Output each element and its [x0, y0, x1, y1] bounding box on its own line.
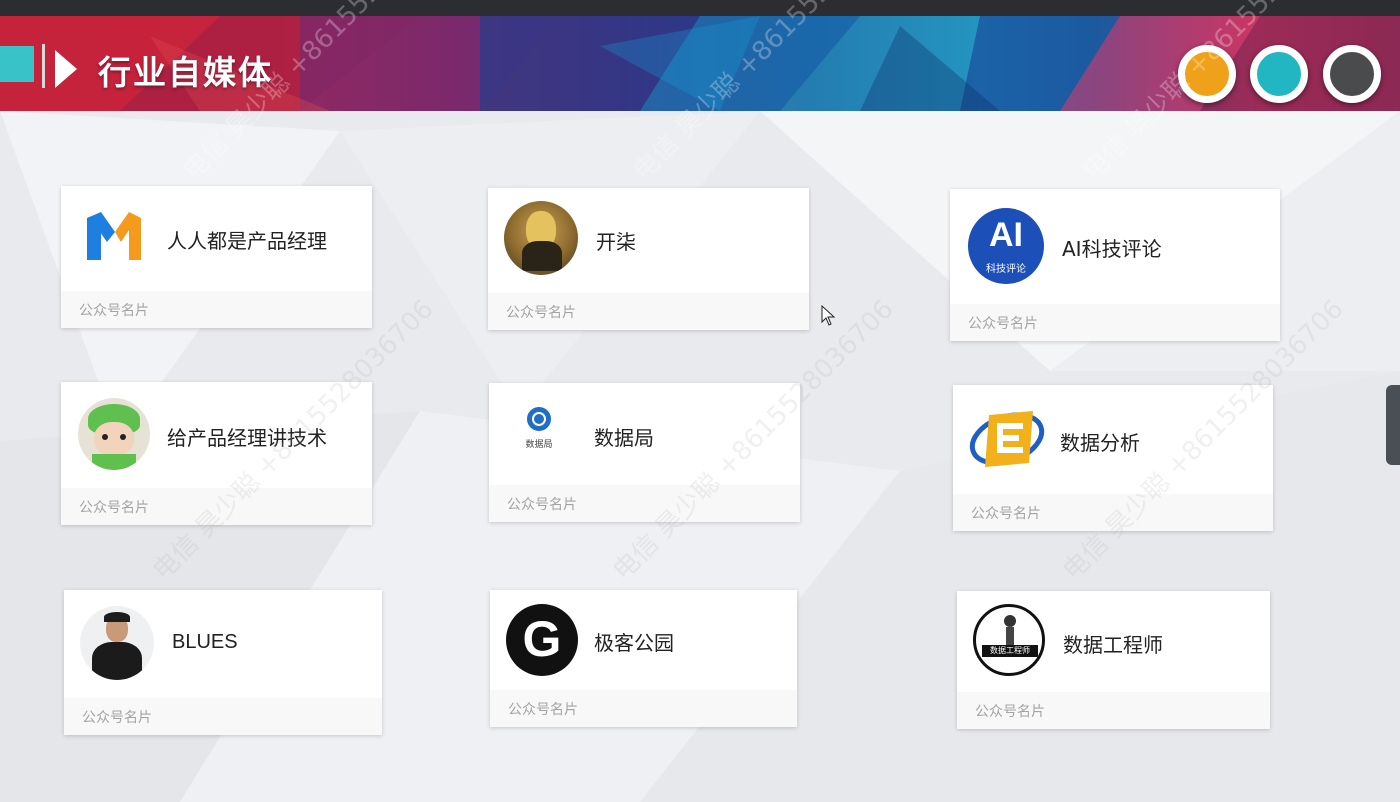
gray-dot-button[interactable] [1323, 45, 1381, 103]
card-caption: 公众号名片 [82, 710, 152, 726]
play-icon [55, 50, 77, 88]
account-card-2[interactable]: 开柒 公众号名片 [488, 188, 809, 330]
mona-lisa-avatar-icon [504, 201, 578, 275]
card-caption: 公众号名片 [968, 316, 1038, 332]
divider-bar [42, 44, 45, 88]
account-card-7[interactable]: BLUES 公众号名片 [64, 590, 382, 735]
account-name: 数据工程师 [1063, 633, 1163, 657]
accent-block [0, 46, 34, 82]
pm-logo-icon [87, 212, 141, 260]
account-name: 给产品经理讲技术 [167, 426, 327, 450]
card-caption: 公众号名片 [971, 506, 1041, 522]
account-card-9[interactable]: 数据工程师 数据工程师 公众号名片 [957, 591, 1270, 729]
page-title: 行业自媒体 [98, 53, 273, 92]
cartoon-frog-avatar-icon [78, 398, 150, 470]
person-avatar-icon [80, 606, 154, 680]
data-analysis-logo-icon [969, 411, 1045, 467]
card-caption: 公众号名片 [507, 497, 577, 513]
card-caption: 公众号名片 [508, 702, 578, 718]
account-card-4[interactable]: 给产品经理讲技术 公众号名片 [61, 382, 372, 525]
account-name: AI科技评论 [1062, 237, 1162, 261]
data-engineer-logo-icon: 数据工程师 [973, 604, 1045, 676]
side-panel-toggle[interactable] [1386, 385, 1400, 465]
data-bureau-logo-icon: 数据局 [517, 407, 561, 457]
top-strip [0, 0, 1400, 16]
ai-logo-icon: AI 科技评论 [968, 208, 1044, 284]
account-card-8[interactable]: G 极客公园 公众号名片 [490, 590, 797, 727]
card-caption: 公众号名片 [506, 305, 576, 321]
account-name: 人人都是产品经理 [167, 229, 327, 253]
card-caption: 公众号名片 [79, 303, 149, 319]
account-name: 极客公园 [594, 631, 674, 655]
card-caption: 公众号名片 [975, 704, 1045, 720]
mouse-cursor-icon [821, 305, 836, 326]
account-card-6[interactable]: 数据分析 公众号名片 [953, 385, 1273, 531]
account-card-5[interactable]: 数据局 数据局 公众号名片 [489, 383, 800, 522]
teal-dot-button[interactable] [1250, 45, 1308, 103]
geekpark-logo-icon: G [506, 604, 578, 676]
account-card-3[interactable]: AI 科技评论 AI科技评论 公众号名片 [950, 189, 1280, 341]
orange-dot-button[interactable] [1178, 45, 1236, 103]
account-card-1[interactable]: 人人都是产品经理 公众号名片 [61, 186, 372, 328]
card-caption: 公众号名片 [79, 500, 149, 516]
account-name: 数据局 [594, 426, 654, 450]
account-name: 开柒 [596, 230, 636, 254]
account-name: BLUES [172, 631, 238, 653]
account-name: 数据分析 [1060, 431, 1140, 455]
header-banner: 行业自媒体 [0, 16, 1400, 111]
